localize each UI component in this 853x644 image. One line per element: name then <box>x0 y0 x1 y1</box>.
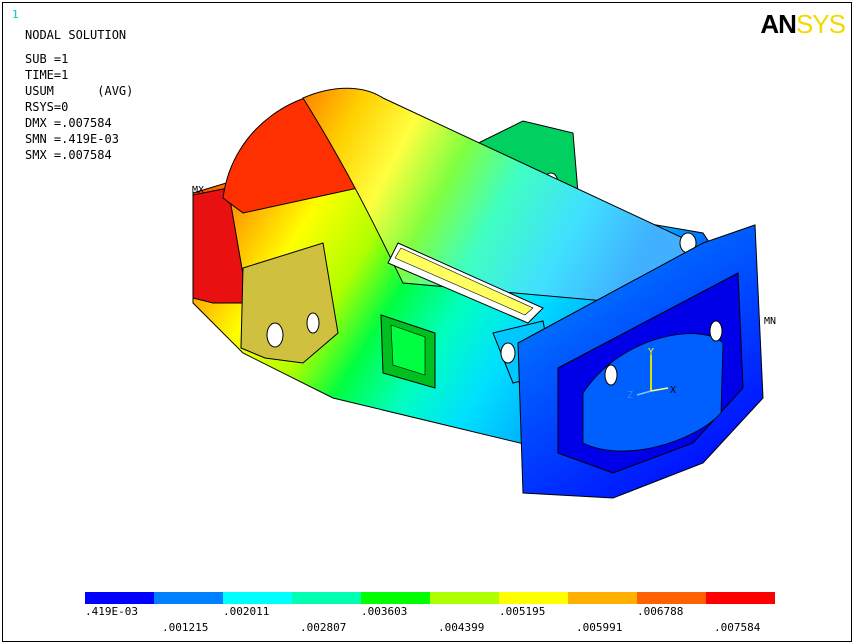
legend-label-top: .006788 <box>637 605 684 618</box>
legend-label-top: .003603 <box>361 605 408 618</box>
legend-color-3 <box>292 592 361 604</box>
axis-z-label: Z <box>627 390 633 401</box>
legend-label-bottom: .007584 <box>714 621 761 634</box>
fe-model-contour-plot[interactable]: Y X Z MX MN <box>3 3 851 603</box>
legend-color-2 <box>223 592 292 604</box>
contour-legend-bar <box>85 592 775 604</box>
legend-label-top: .419E-03 <box>85 605 138 618</box>
legend-color-0 <box>85 592 154 604</box>
min-marker: MN <box>764 316 776 327</box>
legend-color-9 <box>706 592 775 604</box>
legend-color-4 <box>361 592 430 604</box>
legend-label-bottom: .002807 <box>300 621 347 634</box>
legend-label-top: .005195 <box>499 605 546 618</box>
axis-x-label: X <box>670 385 676 396</box>
legend-color-8 <box>637 592 706 604</box>
axis-y-label: Y <box>648 347 654 358</box>
legend-label-bottom: .005991 <box>576 621 623 634</box>
legend-color-1 <box>154 592 223 604</box>
legend-label-bottom: .001215 <box>162 621 209 634</box>
graphics-window[interactable]: 1 NODAL SOLUTION SUB =1 TIME=1 USUM (AVG… <box>2 2 852 642</box>
legend-label-top: .002011 <box>223 605 270 618</box>
legend-label-bottom: .004399 <box>438 621 485 634</box>
legend-color-5 <box>430 592 499 604</box>
max-marker: MX <box>192 185 204 196</box>
legend-color-7 <box>568 592 637 604</box>
legend-color-6 <box>499 592 568 604</box>
